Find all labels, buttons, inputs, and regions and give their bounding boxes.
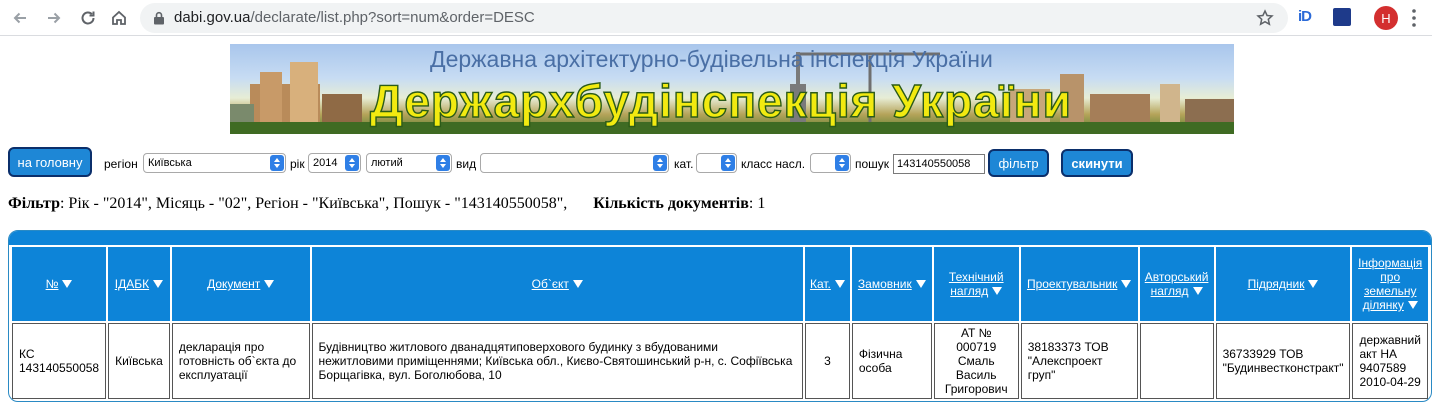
table-top-bar	[9, 231, 1431, 245]
sort-desc-icon	[992, 287, 1003, 295]
document-count-value: : 1	[748, 195, 766, 212]
document-count-label: Кількість документів	[593, 195, 749, 212]
region-label: регіон	[104, 157, 138, 171]
column-header[interactable]: Технічний нагляд	[933, 247, 1019, 321]
column-header[interactable]: Замовник	[851, 247, 932, 321]
column-header[interactable]: Об`єкт	[311, 247, 803, 321]
table-cell: Фізична особа	[851, 323, 932, 399]
back-button[interactable]	[8, 6, 32, 30]
select-arrows-icon	[270, 155, 284, 171]
table-cell: державний акт НА 9407589 2010-04-29	[1352, 323, 1428, 399]
table-cell: декларація про готовність об`єкта до екс…	[171, 323, 310, 399]
column-header[interactable]: Підрядник	[1215, 247, 1351, 321]
year-label: рік	[290, 157, 305, 171]
month-select[interactable]: лютий	[366, 153, 452, 173]
class-label: класс насл.	[741, 157, 806, 171]
sort-link[interactable]: Документ	[207, 277, 260, 291]
table-cell: Київська	[108, 323, 170, 399]
browser-toolbar: dabi.gov.ua/declarate/list.php?sort=num&…	[0, 0, 1432, 36]
type-select[interactable]	[480, 153, 669, 173]
table-cell: КС 143140550058	[12, 323, 107, 399]
forward-button[interactable]	[42, 6, 66, 30]
table-cell: АТ № 000719 Смаль Василь Григорович	[933, 323, 1019, 399]
table-cell: 36733929 ТОВ "Будинвестконстракт"	[1215, 323, 1351, 399]
table-cell: Будівництво житлового дванадцятиповерхов…	[311, 323, 803, 399]
sort-link[interactable]: ІДАБК	[115, 277, 149, 291]
table-header-row: № ІДАБК Документ Об`єкт Кат. Замовник Те…	[12, 247, 1428, 321]
sort-desc-icon	[1308, 280, 1319, 288]
sort-link[interactable]: Кат.	[810, 277, 831, 291]
extension-flag-icon[interactable]	[1333, 8, 1351, 26]
select-arrows-icon	[835, 155, 849, 171]
type-label: вид	[456, 157, 477, 171]
select-arrows-icon	[721, 155, 735, 171]
menu-kebab-icon[interactable]	[1412, 9, 1416, 27]
site-banner: Державна архітектурно-будівельна інспекц…	[230, 44, 1234, 134]
sort-desc-icon	[1121, 280, 1132, 288]
bookmark-star-icon[interactable]	[1256, 9, 1274, 27]
select-arrows-icon	[345, 155, 359, 171]
column-header[interactable]: Документ	[171, 247, 310, 321]
home-icon	[112, 10, 126, 25]
filter-summary: Фільтр: Рік - "2014", Місяць - "02", Рег…	[8, 195, 765, 213]
sort-desc-icon	[62, 280, 73, 288]
table-cell	[1139, 323, 1214, 399]
filter-summary-label: Фільтр	[8, 195, 60, 212]
sort-link[interactable]: Проектувальник	[1027, 277, 1117, 291]
sort-link[interactable]: Замовник	[858, 277, 912, 291]
filter-button[interactable]: фільтр	[988, 149, 1049, 177]
reload-button[interactable]	[76, 6, 100, 30]
banner-subtitle: Державна архітектурно-будівельна інспекц…	[430, 46, 993, 72]
sort-desc-icon	[834, 280, 845, 288]
arrow-right-icon	[48, 12, 61, 24]
lock-icon	[154, 11, 164, 25]
home-button[interactable]	[107, 6, 131, 30]
search-input[interactable]: 143140550058	[893, 154, 985, 174]
url-text: dabi.gov.ua/declarate/list.php?sort=num&…	[174, 9, 535, 26]
sort-desc-icon	[264, 280, 275, 288]
category-select[interactable]	[696, 153, 737, 173]
sort-link[interactable]: Підрядник	[1248, 277, 1305, 291]
sort-desc-icon	[153, 280, 164, 288]
search-label: пошук	[855, 157, 890, 171]
column-header[interactable]: Авторський нагляд	[1139, 247, 1214, 321]
region-select[interactable]: Київська	[143, 153, 286, 173]
extension-id-icon[interactable]: iD	[1298, 8, 1312, 25]
column-header[interactable]: Проектувальник	[1020, 247, 1138, 321]
sort-link[interactable]: Об`єкт	[532, 277, 569, 291]
table-row: КС 143140550058 Київська декларація про …	[12, 323, 1428, 399]
home-page-button[interactable]: на головну	[8, 147, 92, 177]
sort-desc-icon	[1192, 287, 1203, 295]
column-header[interactable]: ІДАБК	[108, 247, 170, 321]
category-label: кат.	[674, 157, 694, 171]
table-cell: 38183373 ТОВ "Алекспроект груп"	[1020, 323, 1138, 399]
column-header[interactable]: Інформація про земельну ділянку	[1352, 247, 1428, 321]
column-header[interactable]: №	[12, 247, 107, 321]
profile-avatar[interactable]: H	[1374, 6, 1398, 30]
documents-table-container: № ІДАБК Документ Об`єкт Кат. Замовник Те…	[8, 230, 1432, 402]
sort-link[interactable]: №	[46, 277, 59, 291]
class-select[interactable]	[810, 153, 851, 173]
reset-button[interactable]: скинути	[1061, 149, 1133, 177]
arrow-left-icon	[13, 12, 26, 24]
banner-title: Держархбудінспекція України	[369, 74, 1072, 127]
sort-desc-icon	[915, 280, 926, 288]
address-bar[interactable]: dabi.gov.ua/declarate/list.php?sort=num&…	[140, 3, 1288, 33]
documents-table: № ІДАБК Документ Об`єкт Кат. Замовник Те…	[10, 245, 1430, 401]
column-header[interactable]: Кат.	[804, 247, 850, 321]
filter-summary-text: : Рік - "2014", Місяць - "02", Регіон - …	[59, 195, 568, 212]
table-cell: 3	[804, 323, 850, 399]
sort-desc-icon	[1407, 301, 1418, 309]
select-arrows-icon	[653, 155, 667, 171]
select-arrows-icon	[436, 155, 450, 171]
year-select[interactable]: 2014	[308, 153, 361, 173]
reload-icon	[81, 11, 95, 25]
sort-desc-icon	[572, 280, 583, 288]
